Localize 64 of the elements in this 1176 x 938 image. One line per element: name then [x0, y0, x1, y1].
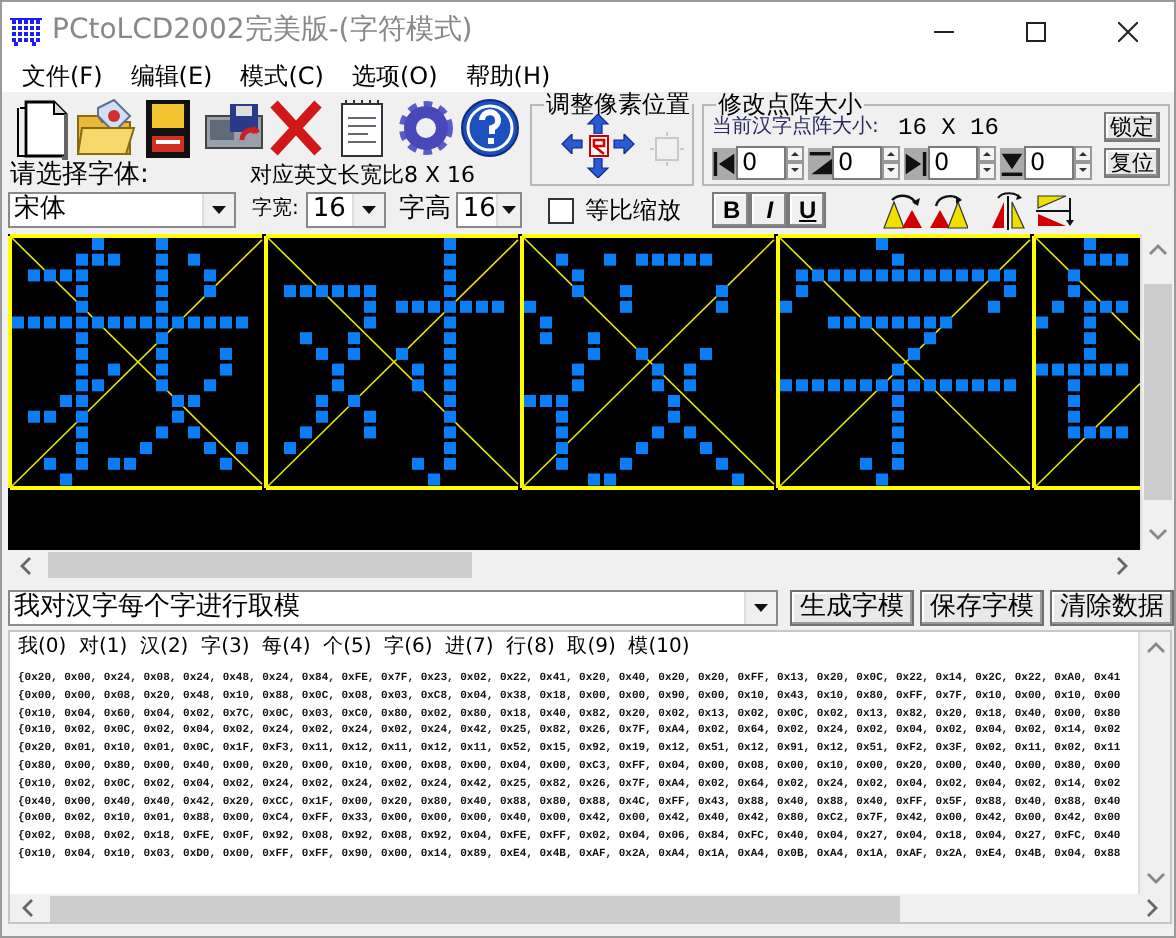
height-dropdown[interactable]: 16	[456, 192, 523, 228]
italic-button[interactable]: I	[750, 192, 789, 228]
action-button[interactable]: 清除数据	[1050, 589, 1174, 625]
action-button[interactable]: 生成字模	[790, 589, 914, 625]
folder-icon[interactable]	[74, 95, 138, 159]
reset-position-icon[interactable]	[586, 134, 612, 158]
close-icon	[1118, 21, 1138, 41]
margin-field[interactable]: 0	[832, 146, 882, 180]
group-title: 调整像素位置	[544, 92, 692, 118]
caret-icon	[362, 206, 377, 214]
spin-up-arrow[interactable]	[882, 146, 900, 162]
margin-field[interactable]: 0	[1024, 146, 1074, 180]
index-text: 我(0) 对(1) 汉(2) 字(3) 每(4) 个(5) 字(6) 进(7) 行(8) 取(9) 模(10)	[18, 636, 692, 660]
spin-up-arrow[interactable]	[978, 146, 996, 162]
app-icon	[10, 16, 42, 46]
spin-up-arrow[interactable]	[1074, 146, 1092, 162]
group-title: 修改点阵大小	[718, 92, 862, 118]
margin-field[interactable]: 0	[928, 146, 978, 180]
top-margin-icon	[808, 147, 832, 179]
window-title: PCtoLCD2002完美版-(字符模式)	[52, 12, 473, 50]
rotate-left-icon[interactable]	[882, 190, 923, 230]
shift-left-arrow[interactable]	[560, 134, 584, 154]
width-dropdown[interactable]: 16	[306, 192, 387, 228]
spin-up-arrow[interactable]	[786, 146, 804, 162]
settings-icon[interactable]	[394, 95, 458, 159]
font-dropdown[interactable]: 宋体	[8, 192, 236, 228]
margin-field[interactable]: 0	[736, 146, 786, 180]
bottom-margin-icon	[1000, 147, 1024, 179]
caret-icon	[502, 206, 517, 214]
caret-icon	[754, 603, 768, 611]
shift-right-arrow[interactable]	[612, 134, 636, 154]
width-label: 字宽:	[252, 196, 299, 224]
size-value: 16 X 16	[898, 113, 999, 141]
menu-item[interactable]: 编辑(E)	[118, 60, 229, 92]
caret-icon	[212, 206, 226, 214]
scroll-thumb[interactable]	[48, 552, 472, 578]
menu-item[interactable]: 选项(O)	[339, 60, 454, 92]
menu-item[interactable]: 文件(F)	[10, 60, 119, 92]
checkbox[interactable]	[548, 197, 575, 223]
help-icon[interactable]	[458, 95, 522, 159]
height-label: 字高	[398, 196, 451, 224]
left-margin-icon	[712, 147, 736, 179]
flip-vertical-icon[interactable]	[1036, 190, 1077, 230]
size-label: 当前汉字点阵大小:	[712, 115, 881, 141]
ratio-label: 对应英文长宽比8 X 16	[250, 162, 476, 190]
flip-horizontal-icon[interactable]	[990, 190, 1031, 230]
action-button[interactable]: 保存字模	[920, 589, 1044, 625]
lock-button[interactable]: 锁定	[1104, 112, 1160, 142]
shift-up-arrow[interactable]	[586, 114, 610, 134]
bold-button[interactable]: B	[712, 192, 751, 228]
right-margin-icon	[904, 147, 928, 179]
text-input-dropdown[interactable]: 我对汉字每个字进行取模	[8, 589, 778, 625]
maximize-icon	[1026, 21, 1046, 41]
scroll-thumb[interactable]	[50, 895, 900, 921]
checkbox-label: 等比缩放	[584, 196, 681, 224]
shift-down-arrow[interactable]	[586, 158, 610, 178]
menu-item[interactable]: 帮助(H)	[453, 60, 567, 92]
rotate-right-icon[interactable]	[928, 190, 969, 230]
underline-button[interactable]: U	[788, 192, 827, 228]
reset-button[interactable]: 复位	[1104, 148, 1160, 178]
scroll-thumb[interactable]	[1143, 284, 1171, 500]
font-label: 请选择字体:	[10, 162, 151, 190]
disabled-frame-icon	[650, 131, 684, 165]
menu-item[interactable]: 模式(C)	[228, 60, 340, 92]
